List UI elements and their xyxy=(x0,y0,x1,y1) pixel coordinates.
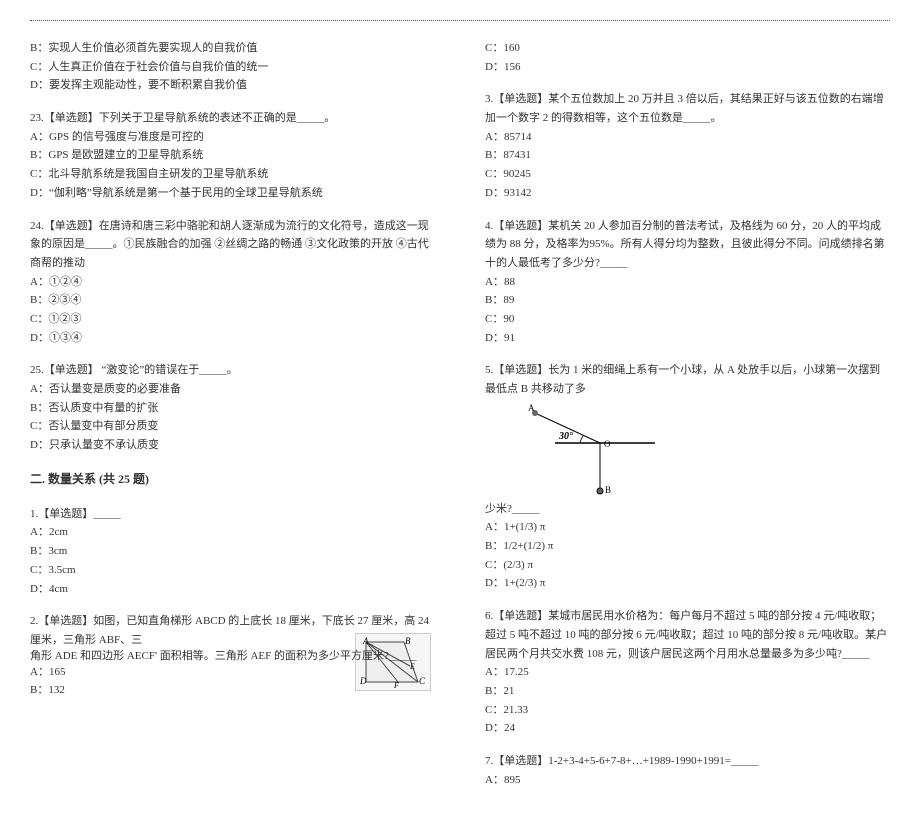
sec2-q4-d: D：91 xyxy=(485,329,890,348)
sec2-q7-stem: 7.【单选题】1-2+3-4+5-6+7-8+…+1989-1990+1991=… xyxy=(485,752,890,771)
left-column: B：实现人生价值必须首先要实现人的自我价值 C：人生真正价值在于社会价值与自我价… xyxy=(30,39,435,803)
sec2-q5-a: A：1+(1/3) π xyxy=(485,518,890,537)
pendulum-figure: A B O 30° xyxy=(525,403,675,498)
sec2-q5-stem: 5.【单选题】长为 1 米的细绳上系有一个小球，从 A 处放手以后，小球第一次摆… xyxy=(485,361,890,398)
svg-text:O: O xyxy=(604,439,611,449)
sec2-q6: 6.【单选题】某城市居民用水价格为：每户每月不超过 5 吨的部分按 4 元/吨收… xyxy=(485,607,890,738)
sec2-q1-b: B：3cm xyxy=(30,542,435,561)
sec2-q2-figure-row: 角形 ADE 和四边形 AECF' 面积相等。三角形 AEF 的面积为多少平方厘… xyxy=(30,650,435,663)
sec2-q3-d: D：93142 xyxy=(485,184,890,203)
q23-b: B：GPS 是欧盟建立的卫星导航系统 xyxy=(30,146,435,165)
trapezoid-svg: A B C D E F xyxy=(358,636,428,688)
pendulum-svg: A B O 30° xyxy=(525,403,675,498)
sec2-q1-stem: 1.【单选题】_____ xyxy=(30,505,435,524)
sec2-q3-b: B：87431 xyxy=(485,146,890,165)
trapezoid-figure: A B C D E F xyxy=(355,633,431,691)
sec2-q2-stem-b: 角形 ADE 和四边形 AECF' 面积相等。三角形 AEF 的面积为多少平方厘… xyxy=(30,650,416,662)
sec2-q7-a: A：895 xyxy=(485,771,890,790)
sec2-q1-a: A：2cm xyxy=(30,523,435,542)
sec2-q3-a: A：85714 xyxy=(485,128,890,147)
top-divider xyxy=(30,20,890,21)
sec2-q6-d: D：24 xyxy=(485,719,890,738)
q25-b: B：否认质变中有量的扩张 xyxy=(30,399,435,418)
sec2-q5: 5.【单选题】长为 1 米的细绳上系有一个小球，从 A 处放手以后，小球第一次摆… xyxy=(485,361,890,593)
svg-text:F: F xyxy=(393,681,399,688)
q23-d: D：“伽利略”导航系统是第一个基于民用的全球卫星导航系统 xyxy=(30,184,435,203)
sec2-q6-b: B：21 xyxy=(485,682,890,701)
sec2-q5-d: D：1+(2/3) π xyxy=(485,574,890,593)
right-column: C：160 D：156 3.【单选题】某个五位数加上 20 万并且 3 倍以后，… xyxy=(485,39,890,803)
sec2-q4-stem: 4.【单选题】某机关 20 人参加百分制的普法考试，及格线为 60 分，20 人… xyxy=(485,217,890,273)
q24-b: B：②③④ xyxy=(30,291,435,310)
svg-text:B: B xyxy=(405,636,411,646)
sec2-q1: 1.【单选题】_____ A：2cm B：3cm C：3.5cm D：4cm xyxy=(30,505,435,598)
q25-stem: 25.【单选题】 “激变论”的错误在于_____。 xyxy=(30,361,435,380)
svg-text:A: A xyxy=(528,403,535,413)
opt-d: D：要发挥主观能动性，要不断积累自我价值 xyxy=(30,76,435,95)
sec2-q1-c: C：3.5cm xyxy=(30,561,435,580)
q23-c: C：北斗导航系统是我国自主研发的卫星导航系统 xyxy=(30,165,435,184)
q23-a: A：GPS 的信号强度与准度是可控的 xyxy=(30,128,435,147)
sec2-q4-a: A：88 xyxy=(485,273,890,292)
q24: 24.【单选题】在唐诗和唐三彩中骆驼和胡人逐渐成为流行的文化符号，造成这一现象的… xyxy=(30,217,435,348)
q23-stem: 23.【单选题】下列关于卫星导航系统的表述不正确的是_____。 xyxy=(30,109,435,128)
sec2-q4-c: C：90 xyxy=(485,310,890,329)
svg-text:E: E xyxy=(409,662,415,671)
q25-d: D：只承认量变不承认质变 xyxy=(30,436,435,455)
two-column-layout: B：实现人生价值必须首先要实现人的自我价值 C：人生真正价值在于社会价值与自我价… xyxy=(30,39,890,803)
q24-stem: 24.【单选题】在唐诗和唐三彩中骆驼和胡人逐渐成为流行的文化符号，造成这一现象的… xyxy=(30,217,435,273)
q23: 23.【单选题】下列关于卫星导航系统的表述不正确的是_____。 A：GPS 的… xyxy=(30,109,435,202)
opt-b: B：实现人生价值必须首先要实现人的自我价值 xyxy=(30,39,435,58)
sec2-q2-c: C：160 xyxy=(485,39,890,58)
sec2-q4-b: B：89 xyxy=(485,291,890,310)
sec2-q5-tail: 少米?_____ xyxy=(485,500,890,519)
sec2-q1-d: D：4cm xyxy=(30,580,435,599)
q25-c: C：否认量变中有部分质变 xyxy=(30,417,435,436)
section-heading: 二. 数量关系 (共 25 题) xyxy=(30,470,435,487)
q25: 25.【单选题】 “激变论”的错误在于_____。 A：否认量变是质变的必要准备… xyxy=(30,361,435,454)
angle-label: 30° xyxy=(558,431,573,442)
q24-a: A：①②④ xyxy=(30,273,435,292)
svg-text:D: D xyxy=(359,676,367,686)
sec2-q3-c: C：90245 xyxy=(485,165,890,184)
svg-text:A: A xyxy=(362,636,369,646)
svg-text:C: C xyxy=(419,676,426,686)
sec2-q5-b: B：1/2+(1/2) π xyxy=(485,537,890,556)
sec2-q3: 3.【单选题】某个五位数加上 20 万并且 3 倍以后，其结果正好与该五位数的右… xyxy=(485,90,890,202)
sec2-q4: 4.【单选题】某机关 20 人参加百分制的普法考试，及格线为 60 分，20 人… xyxy=(485,217,890,348)
sec2-q3-stem: 3.【单选题】某个五位数加上 20 万并且 3 倍以后，其结果正好与该五位数的右… xyxy=(485,90,890,127)
sec2-q7: 7.【单选题】1-2+3-4+5-6+7-8+…+1989-1990+1991=… xyxy=(485,752,890,789)
sec2-q6-a: A：17.25 xyxy=(485,663,890,682)
q25-a: A：否认量变是质变的必要准备 xyxy=(30,380,435,399)
q-top-options: B：实现人生价值必须首先要实现人的自我价值 C：人生真正价值在于社会价值与自我价… xyxy=(30,39,435,95)
sec2-q2-d: D：156 xyxy=(485,58,890,77)
sec2-q5-c: C：(2/3) π xyxy=(485,556,890,575)
sec2-q6-c: C：21.33 xyxy=(485,701,890,720)
q24-c: C：①②③ xyxy=(30,310,435,329)
sec2-q6-stem: 6.【单选题】某城市居民用水价格为：每户每月不超过 5 吨的部分按 4 元/吨收… xyxy=(485,607,890,663)
q24-d: D：①③④ xyxy=(30,329,435,348)
svg-text:B: B xyxy=(605,485,611,495)
sec2-q2: 2.【单选题】如图，已知直角梯形 ABCD 的上底长 18 厘米，下底长 27 … xyxy=(30,612,435,700)
sec2-q2-right: C：160 D：156 xyxy=(485,39,890,76)
opt-c: C：人生真正价值在于社会价值与自我价值的统一 xyxy=(30,58,435,77)
